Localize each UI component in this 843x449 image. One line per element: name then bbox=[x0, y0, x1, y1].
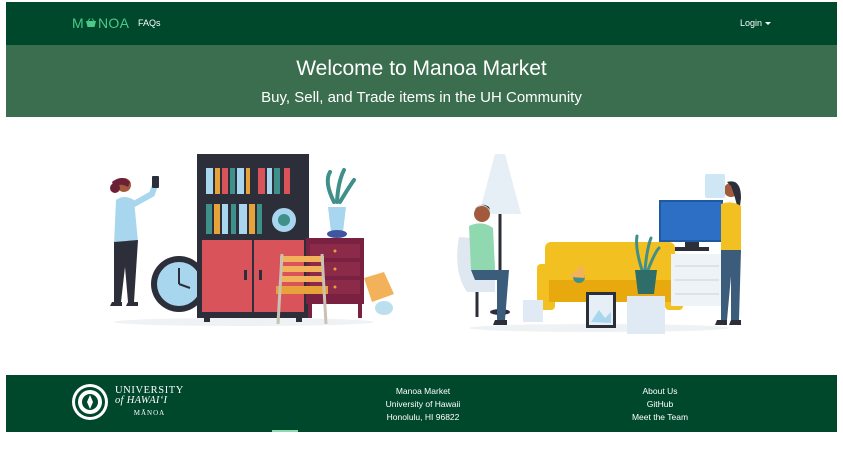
footer-link-github[interactable]: GitHub bbox=[647, 399, 673, 409]
illustration-living-room bbox=[457, 154, 741, 334]
uh-wordmark-line2: of HAWAI‘I bbox=[115, 395, 168, 406]
uh-wordmark-line3: MĀNOA bbox=[133, 409, 166, 417]
footer-address-line: Honolulu, HI 96822 bbox=[386, 412, 460, 422]
uh-seal-icon bbox=[72, 384, 108, 420]
footer-address: Manoa Market University of Hawaii Honolu… bbox=[368, 385, 478, 424]
footer-address-line: Manoa Market bbox=[395, 386, 451, 396]
illustration-woman-furniture bbox=[110, 154, 394, 326]
nav-faqs-link[interactable]: FAQs bbox=[138, 18, 161, 28]
caret-down-icon bbox=[765, 22, 772, 26]
brand-logo[interactable]: M NOA bbox=[72, 15, 129, 31]
login-dropdown[interactable]: Login bbox=[740, 18, 772, 28]
login-label: Login bbox=[740, 18, 763, 28]
hero-title: Welcome to Manoa Market bbox=[296, 57, 547, 80]
hero-banner: Welcome to Manoa Market Buy, Sell, and T… bbox=[6, 45, 837, 117]
scroll-indicator bbox=[272, 430, 298, 432]
brand-letter-m: M bbox=[72, 15, 84, 31]
footer-link-about-us[interactable]: About Us bbox=[643, 386, 678, 396]
footer: UNIVERSITY of HAWAI‘I MĀNOA Manoa Market… bbox=[6, 375, 837, 432]
uh-wordmark: UNIVERSITY of HAWAI‘I MĀNOA bbox=[115, 385, 184, 418]
hero-subtitle: Buy, Sell, and Trade items in the UH Com… bbox=[261, 89, 582, 106]
footer-link-meet-the-team[interactable]: Meet the Team bbox=[632, 412, 688, 422]
page-frame: M NOA FAQs Login Welcome to Manoa Market… bbox=[6, 2, 837, 432]
footer-links: About Us GitHub Meet the Team bbox=[620, 385, 700, 424]
basket-icon bbox=[85, 18, 96, 27]
footer-address-line: University of Hawaii bbox=[385, 399, 461, 409]
top-navbar: M NOA FAQs Login bbox=[6, 2, 837, 45]
brand-letters-noa: NOA bbox=[97, 15, 130, 31]
uh-logo[interactable]: UNIVERSITY of HAWAI‘I MĀNOA bbox=[71, 383, 184, 421]
